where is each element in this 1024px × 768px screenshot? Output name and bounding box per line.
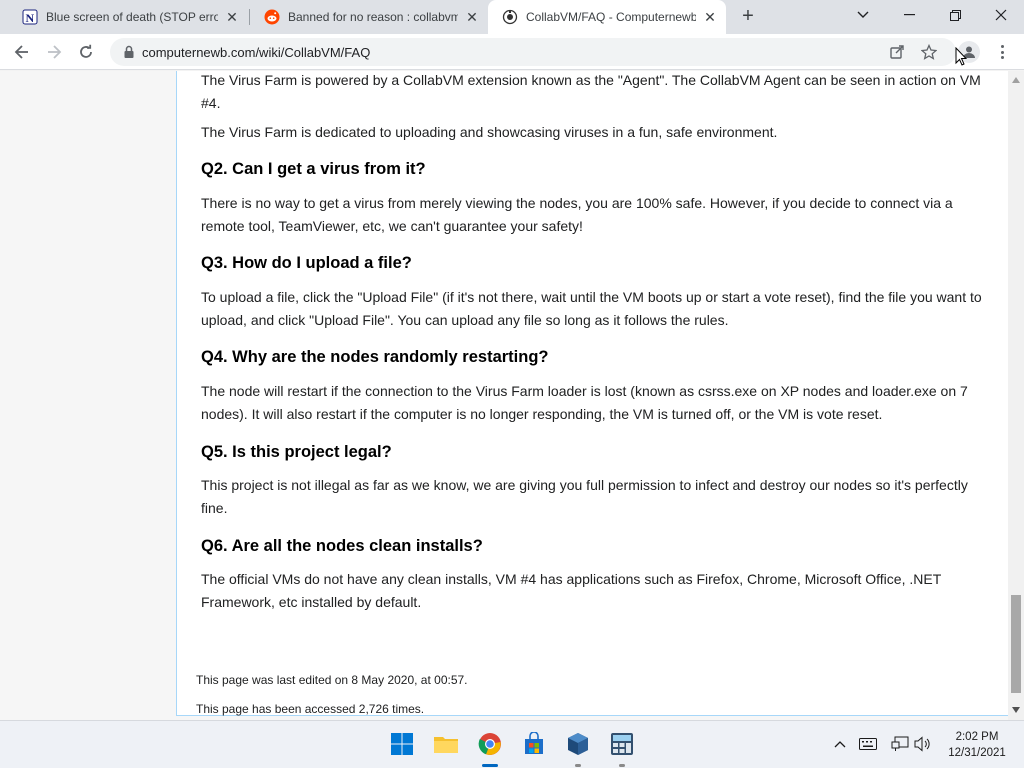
minimize-icon[interactable] (886, 0, 932, 30)
calculator-running-indicator (619, 764, 625, 767)
virtualbox-running-indicator (575, 764, 581, 767)
tab-strip: N Blue screen of death (STOP error ✕ Ban… (0, 0, 1024, 34)
lock-icon[interactable] (122, 45, 136, 59)
tab-title: Banned for no reason : collabvm (288, 10, 458, 24)
calculator-app-icon[interactable] (609, 731, 635, 757)
close-window-icon[interactable] (978, 0, 1024, 30)
faq-heading-q4: Q4. Why are the nodes randomly restartin… (201, 348, 549, 366)
faq-heading-q5: Q5. Is this project legal? (201, 443, 392, 461)
svg-text:N: N (26, 11, 35, 25)
clock-time: 2:02 PM (955, 731, 999, 743)
network-icon[interactable] (891, 735, 909, 753)
bookmark-star-icon[interactable] (920, 43, 938, 61)
faq-heading-q6: Q6. Are all the nodes clean installs? (201, 537, 483, 555)
system-clock[interactable]: 2:02 PM 12/31/2021 (943, 729, 1011, 761)
chrome-icon[interactable] (477, 731, 503, 757)
tab-blue-screen[interactable]: N Blue screen of death (STOP error ✕ (8, 0, 248, 34)
tab-search-icon[interactable] (840, 0, 886, 30)
url-text: computernewb.com/wiki/CollabVM/FAQ (142, 45, 371, 60)
start-icon[interactable] (389, 731, 415, 757)
tab-title: Blue screen of death (STOP error (46, 10, 218, 24)
page-viewport: The Virus Farm is powered by a CollabVM … (0, 71, 1008, 720)
tab-close-icon[interactable]: ✕ (702, 9, 718, 25)
mouse-cursor-icon (955, 47, 967, 66)
faq-answer-q4: The node will restart if the connection … (201, 383, 968, 422)
vertical-scrollbar[interactable] (1008, 71, 1024, 720)
clock-date: 12/31/2021 (948, 747, 1006, 759)
file-explorer-icon[interactable] (433, 731, 459, 757)
microsoft-store-icon[interactable] (521, 731, 547, 757)
chrome-active-indicator (482, 764, 498, 767)
footer-accessed: This page has been accessed 2,726 times. (196, 702, 425, 716)
faq-heading-q3: Q3. How do I upload a file? (201, 254, 412, 272)
footer-last-edited: This page was last edited on 8 May 2020,… (196, 673, 468, 687)
tab-title: CollabVM/FAQ - Computernewb (526, 10, 696, 24)
tab-collabvm-faq[interactable]: CollabVM/FAQ - Computernewb ✕ (488, 0, 726, 34)
address-bar[interactable]: computernewb.com/wiki/CollabVM/FAQ (110, 38, 956, 66)
show-hidden-icons-icon[interactable] (831, 735, 849, 753)
scroll-up-arrow-icon[interactable] (1012, 77, 1020, 83)
browser-menu-icon[interactable] (994, 42, 1010, 62)
faq-answer-q3: To upload a file, click the "Upload File… (201, 289, 982, 328)
volume-icon[interactable] (914, 735, 932, 753)
new-tab-icon[interactable]: + (737, 5, 759, 27)
windows-taskbar: 2:02 PM 12/31/2021 (0, 720, 1024, 768)
intro-paragraph-2: The Virus Farm is dedicated to uploading… (201, 124, 778, 140)
faq-answer-q2: There is no way to get a virus from mere… (201, 195, 953, 234)
wiki-content: The Virus Farm is powered by a CollabVM … (176, 71, 1008, 716)
reddit-icon (264, 9, 280, 25)
restore-icon[interactable] (932, 0, 978, 30)
tab-reddit[interactable]: Banned for no reason : collabvm ✕ (250, 0, 488, 34)
browser-toolbar: computernewb.com/wiki/CollabVM/FAQ (0, 34, 1024, 70)
faq-answer-q5: This project is not illegal as far as we… (201, 477, 968, 516)
faq-heading-q2: Q2. Can I get a virus from it? (201, 160, 426, 178)
intro-paragraph-1: The Virus Farm is powered by a CollabVM … (201, 72, 981, 111)
tab-close-icon[interactable]: ✕ (464, 9, 480, 25)
virtualbox-icon[interactable] (565, 731, 591, 757)
forward-icon[interactable] (41, 39, 67, 65)
scrollbar-thumb[interactable] (1011, 595, 1021, 693)
reload-icon[interactable] (73, 39, 99, 65)
notion-n-icon: N (22, 9, 38, 25)
share-icon[interactable] (888, 43, 906, 61)
faq-answer-q6: The official VMs do not have any clean i… (201, 571, 941, 610)
tab-close-icon[interactable]: ✕ (224, 9, 240, 25)
computernewb-icon (502, 9, 518, 25)
scroll-down-arrow-icon[interactable] (1012, 707, 1020, 713)
keyboard-icon[interactable] (859, 735, 877, 753)
back-icon[interactable] (9, 39, 35, 65)
